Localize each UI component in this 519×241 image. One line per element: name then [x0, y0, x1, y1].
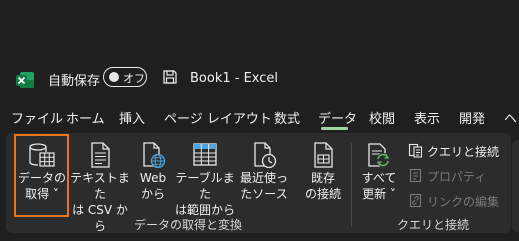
web-globe-icon: [135, 140, 171, 170]
refresh-all-label: すべて 更新 ˅: [361, 171, 397, 201]
recent-clock-icon: [238, 140, 290, 170]
edit-links-label: リンクの編集: [427, 195, 500, 209]
existing-connections-label: 既存 の接続: [304, 171, 341, 201]
tab-help[interactable]: ヘ: [504, 108, 517, 127]
from-text-csv-label: テキストまた は CSV から: [70, 171, 130, 233]
tab-page-layout[interactable]: ページ レイアウト: [164, 108, 272, 127]
get-transform-group-label: データの取得と変換: [134, 218, 243, 232]
highlight-box: [14, 134, 69, 217]
edit-links-button[interactable]: リンクの編集: [408, 193, 508, 209]
document-title: Book1 - Excel: [190, 71, 279, 86]
properties-icon: [408, 168, 423, 186]
tab-data[interactable]: データ: [318, 108, 357, 127]
active-tab-indicator: [321, 127, 348, 130]
tab-formulas[interactable]: 数式: [274, 108, 300, 127]
tab-review[interactable]: 校閲: [369, 108, 395, 127]
title-bar: 自動保存 オフ Book1 - Excel: [0, 62, 519, 96]
toggle-knob: [109, 72, 119, 82]
from-table-range-label: テーブルまた は範囲から: [174, 171, 235, 217]
recent-sources-label: 最近使っ たソース: [239, 171, 288, 201]
tab-developer[interactable]: 開発: [459, 108, 485, 127]
ribbon-next-panel: [512, 140, 519, 232]
queries-connections-icon: [408, 143, 423, 161]
excel-logo-icon: [15, 70, 35, 90]
ribbon-tabs: ファイル ホーム 挿入 ページ レイアウト 数式 データ 校閲 表示 開発 ヘ: [0, 108, 519, 130]
queries-group-label: クエリと接続: [397, 218, 470, 232]
queries-connections-label: クエリと接続: [427, 145, 500, 159]
from-web-button[interactable]: Web から: [135, 140, 171, 202]
save-icon[interactable]: [162, 69, 178, 89]
existing-connections-button[interactable]: 既存 の接続: [300, 140, 346, 202]
refresh-icon: [356, 140, 402, 170]
recent-sources-button[interactable]: 最近使っ たソース: [238, 140, 290, 202]
tab-view[interactable]: 表示: [414, 108, 440, 127]
edit-links-icon: [408, 193, 423, 211]
table-icon: [172, 140, 238, 170]
from-web-label: Web から: [139, 171, 167, 201]
from-table-range-button[interactable]: テーブルまた は範囲から: [172, 140, 238, 218]
tab-file[interactable]: ファイル: [11, 108, 63, 127]
tab-home[interactable]: ホーム: [66, 108, 105, 127]
tab-insert[interactable]: 挿入: [119, 108, 145, 127]
from-text-csv-button[interactable]: テキストまた は CSV から: [68, 140, 132, 234]
refresh-all-button[interactable]: すべて 更新 ˅: [356, 140, 402, 202]
properties-button[interactable]: プロパティ: [408, 168, 508, 184]
autosave-toggle[interactable]: オフ: [103, 67, 147, 87]
existing-connections-icon: [300, 140, 346, 170]
autosave-state: オフ: [123, 72, 145, 85]
queries-connections-button[interactable]: クエリと接続: [408, 143, 508, 159]
text-document-icon: [68, 140, 132, 170]
properties-label: プロパティ: [427, 170, 487, 184]
autosave-label: 自動保存: [48, 74, 101, 89]
group-separator: [351, 143, 352, 227]
